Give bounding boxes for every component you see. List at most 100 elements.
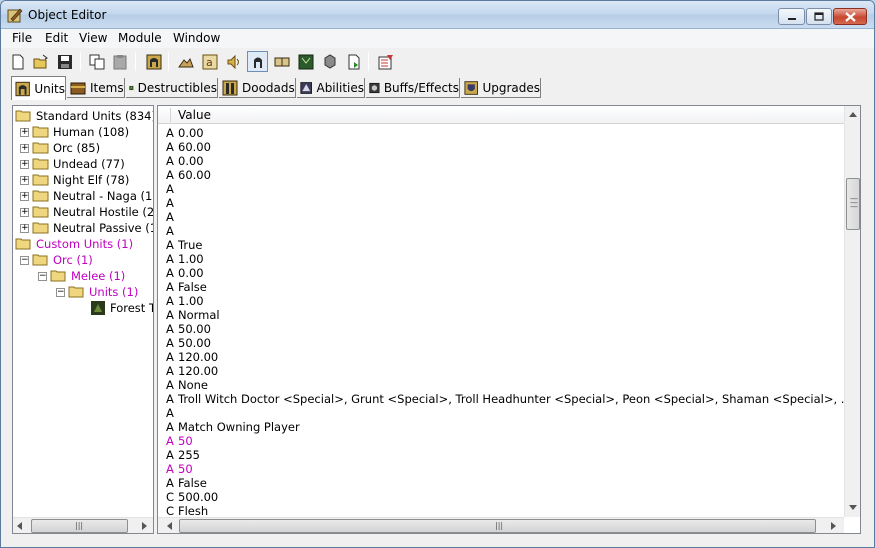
collapse-toggle[interactable]: − xyxy=(38,272,47,281)
values-scroll-thumb[interactable]: — — — xyxy=(846,178,860,230)
value-row[interactable]: A xyxy=(166,210,178,224)
value-row[interactable]: A 120.00 xyxy=(166,350,218,364)
scroll-up-icon[interactable] xyxy=(849,111,857,117)
tab-upgrades[interactable]: Upgrades xyxy=(461,78,541,98)
test-map-button[interactable] xyxy=(343,51,364,72)
open-button[interactable] xyxy=(30,51,51,72)
collapse-toggle[interactable]: − xyxy=(56,288,65,297)
value-row[interactable]: A 60.00 xyxy=(166,140,211,154)
tree-node-human[interactable]: Human (108) xyxy=(32,124,129,140)
unit-editor-button[interactable] xyxy=(143,51,164,72)
expand-toggle[interactable]: + xyxy=(20,160,29,169)
scroll-left-icon[interactable] xyxy=(166,522,174,530)
value-row[interactable]: A 50.00 xyxy=(166,322,211,336)
expand-toggle[interactable]: + xyxy=(20,144,29,153)
value-row-value: False xyxy=(178,476,207,490)
title-bar[interactable]: Object Editor xyxy=(1,1,874,29)
scroll-down-icon[interactable] xyxy=(849,505,857,511)
value-row[interactable]: A 50 xyxy=(166,462,193,476)
tab-abilities[interactable]: Abilities xyxy=(297,78,365,98)
trigger-editor-button[interactable]: a xyxy=(199,51,220,72)
tab-destructibles[interactable]: Destructibles xyxy=(126,78,218,98)
tree-node-custom-melee[interactable]: Melee (1) xyxy=(50,268,125,284)
values-horizontal-scrollbar[interactable]: ||| xyxy=(158,517,844,533)
tree-horizontal-scrollbar[interactable]: ||| xyxy=(13,517,153,533)
tree-node-neutral-hostile[interactable]: Neutral Hostile (292) xyxy=(32,204,153,220)
value-list[interactable]: Value A 0.00 A 60.00 A 0.00 A 60.00 A A A A A True A 1.… xyxy=(157,105,861,534)
value-row[interactable]: A 255 xyxy=(166,448,200,462)
value-column-header[interactable]: Value xyxy=(158,106,860,124)
tree-node-neutral-passive[interactable]: Neutral Passive (175) xyxy=(32,220,153,236)
values-h-scroll-thumb[interactable]: ||| xyxy=(179,519,816,533)
value-row[interactable]: A Troll Witch Doctor <Special>, Grunt <Sp… xyxy=(166,392,852,406)
tree-node-neutral-naga[interactable]: Neutral - Naga (19) xyxy=(32,188,153,204)
menu-view[interactable]: View xyxy=(79,31,107,45)
expand-toggle[interactable]: + xyxy=(20,224,29,233)
menu-file[interactable]: File xyxy=(12,31,32,45)
maximize-button[interactable] xyxy=(806,8,832,25)
collapse-toggle[interactable]: − xyxy=(20,256,29,265)
value-row[interactable]: A False xyxy=(166,280,207,294)
value-row[interactable]: A 1.00 xyxy=(166,252,204,266)
tree-node-custom-units[interactable]: Custom Units (1) xyxy=(15,236,133,252)
object-editor-button[interactable] xyxy=(247,51,268,72)
value-row[interactable]: C Flesh xyxy=(166,504,208,518)
value-row[interactable]: A 120.00 xyxy=(166,364,218,378)
tab-items[interactable]: Items xyxy=(67,78,125,98)
import-manager-button[interactable] xyxy=(319,51,340,72)
save-button[interactable] xyxy=(54,51,75,72)
tree-node-forest-troll[interactable]: Forest Tr xyxy=(91,300,153,316)
ai-editor-button[interactable] xyxy=(295,51,316,72)
close-button[interactable] xyxy=(833,8,867,25)
value-row[interactable]: A xyxy=(166,182,178,196)
value-row[interactable]: A xyxy=(166,224,178,238)
tree-node-undead[interactable]: Undead (77) xyxy=(32,156,125,172)
scroll-right-icon[interactable] xyxy=(829,522,837,530)
value-row[interactable]: A xyxy=(166,406,178,420)
new-button[interactable] xyxy=(7,51,28,72)
campaign-editor-button[interactable] xyxy=(271,51,292,72)
value-row[interactable]: A False xyxy=(166,476,207,490)
value-row[interactable]: A 1.00 xyxy=(166,294,204,308)
menu-edit[interactable]: Edit xyxy=(45,31,68,45)
tree-node-night-elf[interactable]: Night Elf (78) xyxy=(32,172,129,188)
value-row[interactable]: A 50.00 xyxy=(166,336,211,350)
expand-toggle[interactable]: + xyxy=(20,192,29,201)
copy-button[interactable] xyxy=(86,51,107,72)
value-row[interactable]: A None xyxy=(166,378,208,392)
tab-units[interactable]: Units xyxy=(11,76,66,100)
object-editor-app-icon xyxy=(7,8,23,23)
value-row[interactable]: A xyxy=(166,196,178,210)
tree-node-custom-orc[interactable]: Orc (1) xyxy=(32,252,93,268)
paste-button[interactable] xyxy=(109,51,130,72)
edit-data-button[interactable] xyxy=(375,51,396,72)
values-vertical-scrollbar[interactable]: — — — xyxy=(844,106,860,517)
value-row[interactable]: A Match Owning Player xyxy=(166,420,300,434)
value-row[interactable]: A 50 xyxy=(166,434,193,448)
sound-editor-button[interactable] xyxy=(223,51,244,72)
value-row[interactable]: A 0.00 xyxy=(166,126,204,140)
tree-node-custom-units-folder[interactable]: Units (1) xyxy=(68,284,138,300)
menu-module[interactable]: Module xyxy=(118,31,162,45)
tab-doodads[interactable]: Doodads xyxy=(219,78,296,98)
tree-node-standard-units[interactable]: Standard Units (834) xyxy=(15,108,153,124)
minimize-button[interactable] xyxy=(778,8,805,25)
expand-toggle[interactable]: + xyxy=(20,128,29,137)
scroll-right-icon[interactable] xyxy=(140,522,148,530)
value-row-flag: C xyxy=(166,490,175,504)
terrain-editor-button[interactable] xyxy=(175,51,196,72)
tab-buffs-effects[interactable]: Buffs/Effects xyxy=(366,78,460,98)
tree-node-orc[interactable]: Orc (85) xyxy=(32,140,100,156)
value-row[interactable]: C 500.00 xyxy=(166,490,218,504)
value-row[interactable]: A 0.00 xyxy=(166,266,204,280)
scroll-left-icon[interactable] xyxy=(16,522,24,530)
value-row[interactable]: A True xyxy=(166,238,202,252)
expand-toggle[interactable]: + xyxy=(20,176,29,185)
value-row[interactable]: A 0.00 xyxy=(166,154,204,168)
menu-window[interactable]: Window xyxy=(173,31,220,45)
expand-toggle[interactable]: + xyxy=(20,208,29,217)
object-tree[interactable]: Standard Units (834) + Human (108) + Orc… xyxy=(12,105,154,534)
value-row[interactable]: A Normal xyxy=(166,308,220,322)
value-row[interactable]: A 60.00 xyxy=(166,168,211,182)
tree-scroll-thumb[interactable]: ||| xyxy=(31,519,128,533)
